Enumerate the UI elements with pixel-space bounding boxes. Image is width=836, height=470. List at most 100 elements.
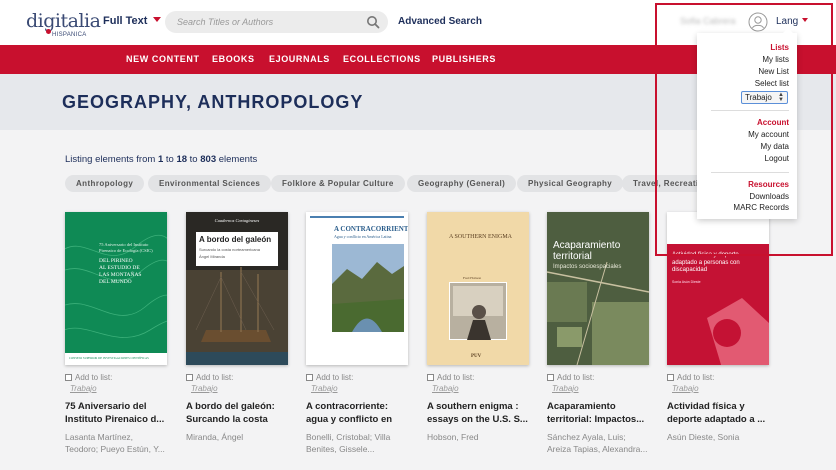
downloads-link[interactable]: Downloads (749, 192, 789, 201)
chip-physical-geography[interactable]: Physical Geography (517, 175, 624, 192)
book-cover[interactable]: Actividad física y deporte adaptado a pe… (667, 212, 769, 365)
nav-publishers[interactable]: PUBLISHERS (432, 54, 496, 64)
add-to-list-label: Add to list: (437, 373, 475, 382)
chip-folklore[interactable]: Folklore & Popular Culture (271, 175, 405, 192)
cover-title: Acaparamiento territorial (553, 240, 621, 262)
checkbox[interactable] (65, 374, 72, 381)
list-name-link[interactable]: Trabajo (306, 384, 408, 393)
logo-dot (46, 29, 51, 34)
add-to-list[interactable]: Add to list: (306, 373, 408, 382)
chip-environmental-sciences[interactable]: Environmental Sciences (148, 175, 272, 192)
book-cover[interactable]: A CONTRACORRIENTE Agua y conflicto en Am… (306, 212, 408, 365)
add-to-list[interactable]: Add to list: (427, 373, 529, 382)
add-to-list[interactable]: Add to list: (65, 373, 167, 382)
checkbox[interactable] (306, 374, 313, 381)
marc-records-link[interactable]: MARC Records (733, 203, 789, 212)
book-title[interactable]: Actividad física y deporte adaptado a ..… (667, 401, 769, 426)
listing-to-word: to (165, 154, 174, 165)
cover-photo (449, 282, 507, 340)
logout-link[interactable]: Logout (765, 154, 789, 163)
add-to-list[interactable]: Add to list: (547, 373, 649, 382)
listing-total: 803 (200, 154, 217, 165)
checkbox[interactable] (667, 374, 674, 381)
language-menu[interactable]: Lang (776, 16, 809, 27)
chip-anthropology[interactable]: Anthropology (65, 175, 145, 192)
listing-from: 1 (157, 154, 164, 165)
user-name[interactable]: Sofia Cabrera (680, 16, 736, 26)
book-cover[interactable]: 75 Aniversario del Instituto Pirenaico d… (65, 212, 167, 365)
chevron-down-icon (802, 18, 809, 22)
add-to-list-label: Add to list: (75, 373, 113, 382)
add-to-list-label: Add to list: (316, 373, 354, 382)
language-label: Lang (776, 16, 799, 27)
search-mode-label: Full Text (103, 15, 148, 27)
search-icon[interactable] (366, 15, 380, 29)
new-list-link[interactable]: New List (758, 67, 789, 76)
listing-to: 18 (176, 154, 188, 165)
book-title[interactable]: A southern enigma : essays on the U.S. S… (427, 401, 529, 426)
listing-suffix: elements (218, 154, 258, 165)
cover-subtitle: Surcando la costa norteamericana (199, 247, 260, 252)
list-name-link[interactable]: Trabajo (65, 384, 167, 393)
cover-title-box: A bordo del galeón Surcando la costa nor… (196, 232, 278, 266)
nav-ecollections[interactable]: ECOLLECTIONS (343, 54, 421, 64)
nav-ebooks[interactable]: EBOOKS (212, 54, 255, 64)
book-author[interactable]: Hobson, Fred (427, 431, 529, 455)
advanced-search-link[interactable]: Advanced Search (398, 16, 482, 27)
nav-ejournals[interactable]: EJOURNALS (269, 54, 330, 64)
cover-title: DEL PIRINEO AL ESTUDIO DE LAS MONTAÑAS D… (99, 258, 142, 285)
my-data-link[interactable]: My data (761, 142, 789, 151)
add-to-list[interactable]: Add to list: (667, 373, 769, 382)
select-arrows-icon: ▲ ▼ (778, 92, 784, 103)
divider (711, 172, 789, 173)
book-title[interactable]: A bordo del galeón: Surcando la costa no… (186, 401, 288, 426)
book-author[interactable]: Asún Dieste, Sonia (667, 431, 769, 455)
cover-satellite-image (547, 212, 649, 365)
list-name-link[interactable]: Trabajo (547, 384, 649, 393)
search-input[interactable] (177, 15, 357, 29)
book-author[interactable]: Sánchez Ayala, Luis; Areiza Tapias, Alex… (547, 431, 649, 455)
list-select[interactable]: Trabajo ▲ ▼ (741, 91, 788, 104)
cover-author: Sonia Asún Dieste (672, 280, 701, 284)
book-author[interactable]: Lasanta Martínez, Teodoro; Pueyo Estún, … (65, 431, 167, 455)
checkbox[interactable] (186, 374, 193, 381)
listing-summary: Listing elements from 1 to 18 to 803 ele… (65, 154, 257, 165)
add-to-list-label: Add to list: (196, 373, 234, 382)
search-mode-dropdown[interactable]: Full Text (103, 15, 162, 27)
logo[interactable]: digitalia HISPANICA (26, 10, 101, 40)
lists-heading: Lists (770, 43, 789, 52)
book-title[interactable]: 75 Aniversario del Instituto Pirenaico d… (65, 401, 167, 426)
divider (711, 110, 789, 111)
add-to-list-label: Add to list: (557, 373, 595, 382)
book-cover[interactable]: Acaparamiento territorial Impactos socio… (547, 212, 649, 365)
book-card: Acaparamiento territorial Impactos socio… (547, 212, 649, 455)
list-name-link[interactable]: Trabajo (186, 384, 288, 393)
logo-text: digitalia (26, 10, 101, 32)
book-author[interactable]: Miranda, Ángel (186, 431, 288, 455)
nav-new-content[interactable]: NEW CONTENT (126, 54, 200, 64)
chip-geography-general[interactable]: Geography (General) (407, 175, 517, 192)
my-account-link[interactable]: My account (748, 130, 789, 139)
my-lists-link[interactable]: My lists (762, 55, 789, 64)
book-cover[interactable]: Cuadernos Cartagineses A bordo del galeó… (186, 212, 288, 365)
book-title[interactable]: A contracorriente: agua y conflicto en A… (306, 401, 408, 426)
account-heading: Account (757, 118, 789, 127)
add-to-list-label: Add to list: (677, 373, 715, 382)
book-author[interactable]: Bonelli, Cristobal; Villa Benites, Gisse… (306, 431, 408, 455)
add-to-list[interactable]: Add to list: (186, 373, 288, 382)
cover-landscape-image (332, 244, 404, 332)
list-name-link[interactable]: Trabajo (667, 384, 769, 393)
cover-footer: CONSEJO SUPERIOR DE INVESTIGACIONES CIEN… (69, 356, 149, 360)
checkbox[interactable] (427, 374, 434, 381)
list-name-link[interactable]: Trabajo (427, 384, 529, 393)
book-card: A CONTRACORRIENTE Agua y conflicto en Am… (306, 212, 408, 455)
listing-prefix: Listing elements from (65, 154, 156, 165)
book-title[interactable]: Acaparamiento territorial: Impactos... (547, 401, 649, 426)
checkbox[interactable] (547, 374, 554, 381)
resources-heading: Resources (748, 180, 789, 189)
user-icon[interactable] (748, 12, 768, 32)
select-list-label: Select list (754, 79, 789, 88)
book-cover[interactable]: A SOUTHERN ENIGMA Fred Hobson PUV (427, 212, 529, 365)
page-title: GEOGRAPHY, ANTHROPOLOGY (62, 92, 364, 112)
cover-pattern (65, 235, 167, 365)
